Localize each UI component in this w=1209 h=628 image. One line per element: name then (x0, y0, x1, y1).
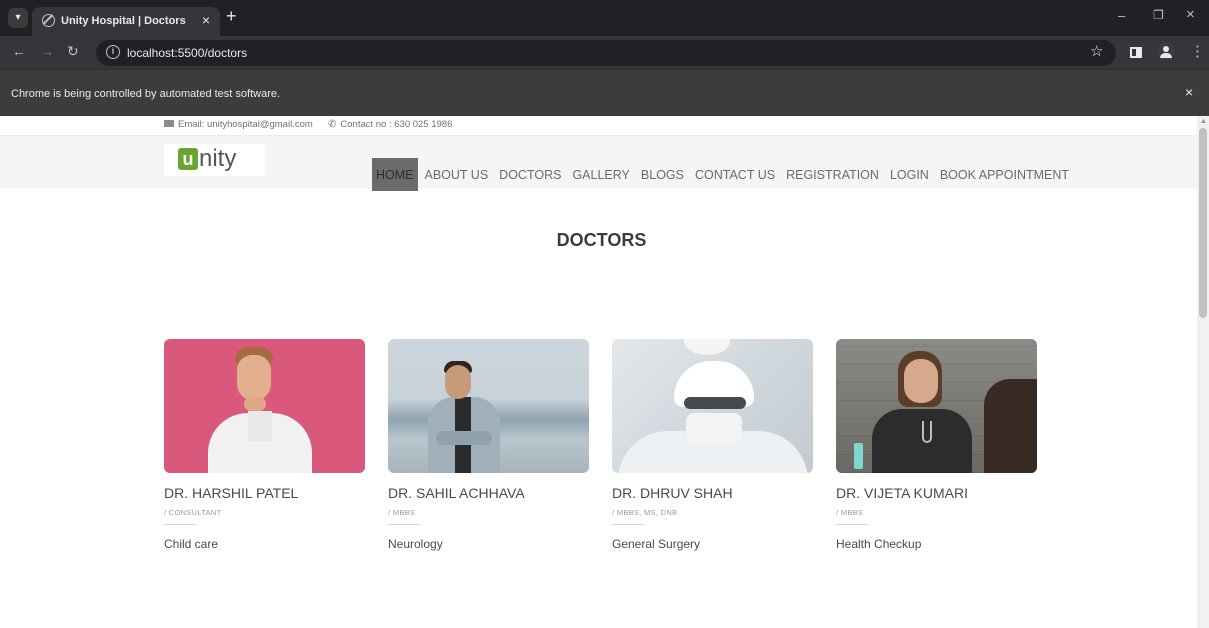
doctor-specialty: Child care (164, 537, 219, 551)
page-viewport: Email: unityhospital@gmail.com ✆ Contact … (0, 116, 1197, 628)
infobar-close-icon[interactable]: × (1185, 84, 1193, 100)
doctor-degree: / MBBS (836, 508, 864, 517)
doctor-name: DR. SAHIL ACHHAVA (388, 485, 525, 501)
site-info-icon[interactable]: i (106, 45, 120, 59)
logo-mark: u (178, 148, 198, 170)
phone-text: Contact no : 630 025 1986 (340, 119, 453, 130)
contact-bar: Email: unityhospital@gmail.com ✆ Contact … (0, 116, 1197, 136)
doctor-photo (388, 339, 589, 473)
doctor-specialty: Health Checkup (836, 537, 922, 551)
nav-home[interactable]: HOME (372, 158, 418, 191)
doctor-photo (612, 339, 813, 473)
doctor-specialty: Neurology (388, 537, 443, 551)
browser-menu-icon[interactable]: ⋮ (1190, 42, 1205, 60)
automation-infobar: Chrome is being controlled by automated … (0, 69, 1209, 116)
infobar-message: Chrome is being controlled by automated … (11, 88, 281, 100)
nav-blogs[interactable]: BLOGS (637, 158, 688, 191)
tab-search-icon[interactable]: ▾ (8, 8, 28, 28)
address-bar[interactable]: i localhost:5500/doctors (96, 40, 1116, 66)
card-divider (836, 524, 868, 525)
back-arrow-icon[interactable]: ← (12, 43, 26, 59)
doctor-degree: / CONSULTANT (164, 508, 222, 517)
doctor-photo (836, 339, 1037, 473)
site-header: u nity HOME ABOUT US DOCTORS GALLERY BLO… (0, 136, 1197, 191)
browser-tab[interactable]: Unity Hospital | Doctors × (32, 7, 220, 36)
doctor-photo (164, 339, 365, 473)
nav-gallery[interactable]: GALLERY (568, 158, 633, 191)
globe-favicon-icon (42, 14, 55, 27)
envelope-icon (164, 120, 174, 127)
doctor-card[interactable]: DR. VIJETA KUMARI / MBBS Health Checkup (836, 339, 1037, 551)
browser-toolbar: ← → ↻ i localhost:5500/doctors ☆ ⋮ (0, 36, 1209, 69)
contact-email: Email: unityhospital@gmail.com (164, 119, 313, 130)
doctor-card[interactable]: DR. SAHIL ACHHAVA / MBBS Neurology (388, 339, 589, 551)
window-close-button[interactable]: × (1186, 6, 1195, 23)
doctor-specialty: General Surgery (612, 537, 701, 551)
forward-arrow-icon[interactable]: → (40, 43, 54, 59)
nav-login[interactable]: LOGIN (886, 158, 933, 191)
new-tab-button[interactable]: + (226, 6, 237, 26)
doctor-card[interactable]: DR. DHRUV SHAH / MBBS, MS, DNB General S… (612, 339, 813, 551)
main-nav: HOME ABOUT US DOCTORS GALLERY BLOGS CONT… (372, 158, 1076, 191)
tab-title: Unity Hospital | Doctors (61, 15, 186, 27)
email-text: Email: unityhospital@gmail.com (178, 119, 313, 130)
doctor-name: DR. HARSHIL PATEL (164, 485, 299, 501)
nav-contact-us[interactable]: CONTACT US (691, 158, 779, 191)
scroll-up-arrow-icon[interactable]: ▲ (1200, 118, 1207, 125)
url-text[interactable]: localhost:5500/doctors (127, 46, 247, 60)
nav-about-us[interactable]: ABOUT US (421, 158, 493, 191)
bookmark-star-icon[interactable]: ☆ (1090, 42, 1103, 60)
doctor-degree: / MBBS, MS, DNB (612, 508, 678, 517)
logo-text: nity (199, 145, 237, 172)
reload-icon[interactable]: ↻ (67, 43, 79, 60)
doctor-name: DR. DHRUV SHAH (612, 485, 733, 501)
nav-registration[interactable]: REGISTRATION (782, 158, 883, 191)
card-divider (164, 524, 196, 525)
nav-book-appointment[interactable]: BOOK APPOINTMENT (936, 158, 1073, 191)
doctor-degree: / MBBS (388, 508, 416, 517)
page-scrollbar[interactable]: ▲ (1197, 116, 1209, 628)
scrollbar-thumb[interactable] (1199, 128, 1207, 318)
tab-close-icon[interactable]: × (202, 12, 210, 28)
window-minimize-button[interactable]: – (1118, 8, 1125, 23)
site-logo[interactable]: u nity (164, 144, 265, 176)
card-divider (388, 524, 420, 525)
doctor-card[interactable]: DR. HARSHIL PATEL / CONSULTANT Child car… (164, 339, 365, 551)
card-divider (612, 524, 644, 525)
window-restore-button[interactable]: ❐ (1153, 8, 1164, 22)
doctor-name: DR. VIJETA KUMARI (836, 485, 968, 501)
page-title: DOCTORS (556, 230, 647, 250)
contact-phone: ✆ Contact no : 630 025 1986 (328, 119, 452, 130)
phone-icon: ✆ (328, 119, 337, 130)
browser-tab-strip: ▾ Unity Hospital | Doctors × + – ❐ × (0, 0, 1209, 36)
profile-avatar-icon[interactable] (1157, 43, 1175, 61)
nav-doctors[interactable]: DOCTORS (495, 158, 565, 191)
side-panel-icon[interactable] (1130, 47, 1142, 58)
